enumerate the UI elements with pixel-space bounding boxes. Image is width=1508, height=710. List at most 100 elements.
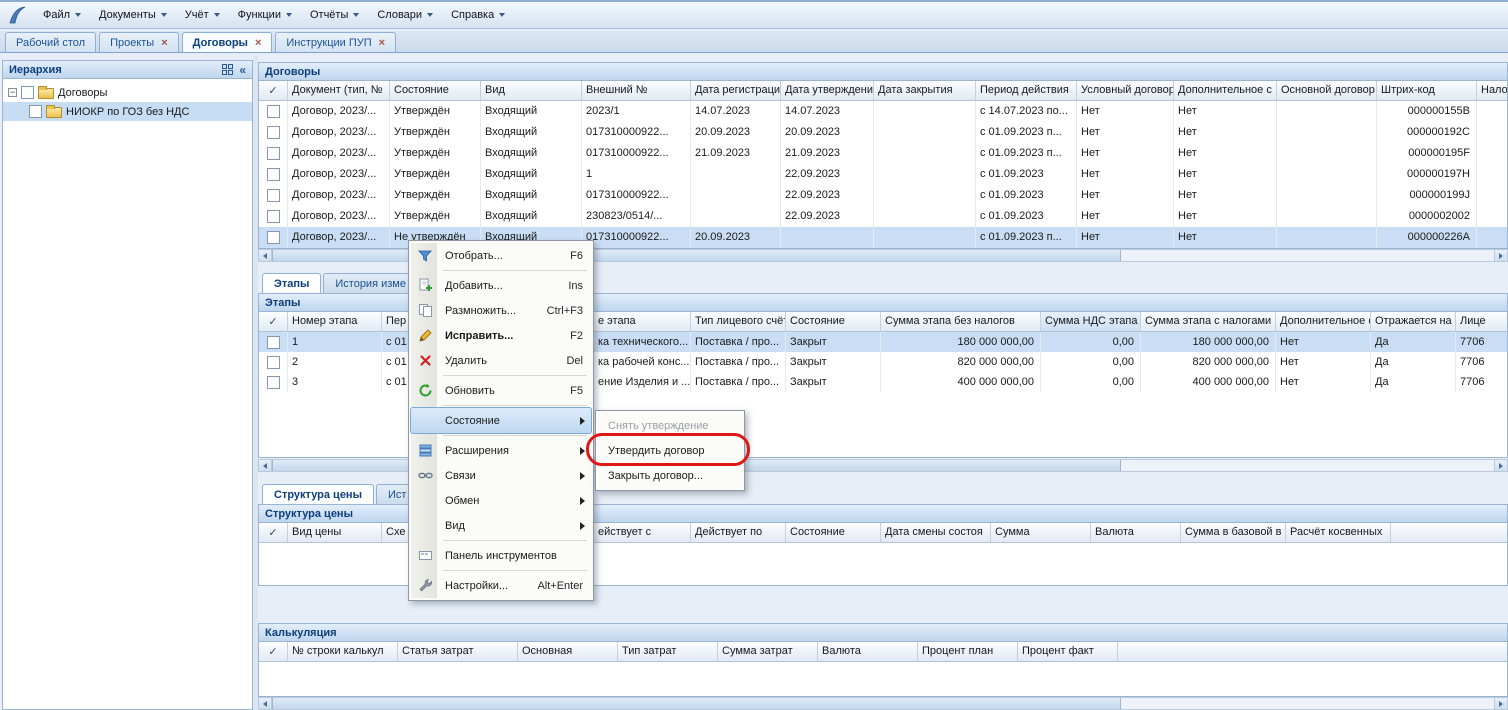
column-header[interactable]: Отражается на су: [1371, 312, 1456, 331]
column-header[interactable]: Процент факт: [1018, 642, 1118, 661]
menubar-item[interactable]: Справка: [442, 5, 514, 25]
menu-item-delete[interactable]: Удалить Del: [411, 348, 591, 373]
row-checkbox[interactable]: [267, 356, 280, 369]
tree-node-niokr[interactable]: НИОКР по ГОЗ без НДС: [3, 102, 252, 121]
menu-item-view[interactable]: Вид: [411, 513, 591, 538]
row-checkbox[interactable]: [267, 376, 280, 389]
menu-item-links[interactable]: Связи: [411, 463, 591, 488]
document-tab[interactable]: Договоры ×: [182, 32, 273, 52]
stages-tab[interactable]: Этапы: [262, 273, 321, 293]
calculation-hscrollbar[interactable]: [258, 697, 1508, 710]
column-header[interactable]: Дополнительное с: [1276, 312, 1371, 331]
menu-item-add[interactable]: Добавить... Ins: [411, 273, 591, 298]
column-header[interactable]: Состояние: [786, 523, 881, 542]
column-header[interactable]: Штрих-код: [1377, 81, 1477, 100]
column-header[interactable]: Основной договор: [1277, 81, 1377, 100]
row-checkbox[interactable]: [267, 189, 280, 202]
column-header[interactable]: Основная: [518, 642, 618, 661]
column-header[interactable]: Номер этапа: [288, 312, 382, 331]
row-checkbox[interactable]: [267, 147, 280, 160]
menu-item-refresh[interactable]: Обновить F5: [411, 378, 591, 403]
menubar-item[interactable]: Учёт: [176, 5, 229, 25]
scrollbar-thumb[interactable]: [272, 250, 1121, 261]
menu-item-toolbar[interactable]: Панель инструментов: [411, 543, 591, 568]
close-icon[interactable]: ×: [161, 38, 167, 48]
column-header[interactable]: Лице: [1456, 312, 1508, 331]
price-tab[interactable]: Структура цены: [262, 484, 374, 504]
row-checkbox[interactable]: [267, 231, 280, 244]
row-checkbox[interactable]: [267, 126, 280, 139]
row-checkbox[interactable]: [267, 336, 280, 349]
column-header[interactable]: Вид: [481, 81, 582, 100]
scroll-right-icon[interactable]: [1494, 698, 1507, 709]
close-icon[interactable]: ×: [379, 38, 385, 48]
column-header[interactable]: Документ (тип, №: [288, 81, 390, 100]
column-header[interactable]: Валюта: [818, 642, 918, 661]
menubar-item[interactable]: Отчёты: [301, 5, 368, 25]
document-tab[interactable]: Рабочий стол: [5, 32, 96, 52]
column-header[interactable]: ✓: [259, 642, 288, 661]
tree-checkbox[interactable]: [29, 105, 42, 118]
column-header[interactable]: Период действия: [976, 81, 1077, 100]
row-checkbox[interactable]: [267, 105, 280, 118]
column-header[interactable]: ✓: [259, 312, 288, 331]
column-header[interactable]: Сумма этапа с налогами: [1141, 312, 1276, 331]
stages-tab[interactable]: История изме: [323, 273, 418, 293]
scroll-right-icon[interactable]: [1494, 250, 1507, 261]
tree-checkbox[interactable]: [21, 86, 34, 99]
column-header[interactable]: Сумма этапа без налогов: [881, 312, 1041, 331]
row-checkbox[interactable]: [267, 210, 280, 223]
scroll-left-icon[interactable]: [259, 250, 272, 261]
column-header[interactable]: Сумма в базовой в: [1181, 523, 1286, 542]
column-header[interactable]: ✓: [259, 81, 288, 100]
close-icon[interactable]: ×: [255, 38, 261, 48]
scrollbar-thumb[interactable]: [272, 698, 1121, 709]
column-header[interactable]: Статья затрат: [398, 642, 518, 661]
submenu-item[interactable]: Снять утверждение: [598, 413, 742, 438]
column-header[interactable]: Действует по: [691, 523, 786, 542]
menubar-item[interactable]: Документы: [90, 5, 176, 25]
scroll-left-icon[interactable]: [259, 698, 272, 709]
column-header[interactable]: Сумма затрат: [718, 642, 818, 661]
column-header[interactable]: Расчёт косвенных: [1286, 523, 1391, 542]
column-header[interactable]: Процент план: [918, 642, 1018, 661]
column-header[interactable]: Условный договор: [1077, 81, 1174, 100]
menu-item-filter[interactable]: Отобрать... F6: [411, 243, 591, 268]
contract-row[interactable]: Договор, 2023/... Утверждён Входящий 202…: [259, 101, 1507, 122]
contract-row[interactable]: Договор, 2023/... Утверждён Входящий 230…: [259, 206, 1507, 227]
submenu-item[interactable]: Закрыть договор...: [598, 463, 742, 488]
column-header[interactable]: Сумма: [991, 523, 1091, 542]
column-header[interactable]: Нало: [1477, 81, 1508, 100]
menu-item-extensions[interactable]: Расширения: [411, 438, 591, 463]
contract-row[interactable]: Договор, 2023/... Утверждён Входящий 1 2…: [259, 164, 1507, 185]
column-header[interactable]: Сумма НДС этапа: [1041, 312, 1141, 331]
column-header[interactable]: Тип лицевого счёт: [691, 312, 786, 331]
menubar-item[interactable]: Словари: [368, 5, 442, 25]
scroll-right-icon[interactable]: [1494, 460, 1507, 471]
row-checkbox[interactable]: [267, 168, 280, 181]
column-header[interactable]: Состояние: [390, 81, 481, 100]
minus-expander-icon[interactable]: −: [8, 88, 17, 97]
column-header[interactable]: Валюта: [1091, 523, 1181, 542]
menu-item-state[interactable]: Состояние: [411, 408, 591, 433]
submenu-item[interactable]: Утвердить договор: [598, 438, 742, 463]
menu-item-duplicate[interactable]: Размножить... Ctrl+F3: [411, 298, 591, 323]
column-header[interactable]: Внешний №: [582, 81, 691, 100]
document-tab[interactable]: Инструкции ПУП ×: [275, 32, 396, 52]
grid-icon[interactable]: [222, 64, 233, 75]
column-header[interactable]: Дата утверждения: [781, 81, 874, 100]
menu-item-edit[interactable]: Исправить... F2: [411, 323, 591, 348]
column-header[interactable]: № строки калькул: [288, 642, 398, 661]
document-tab[interactable]: Проекты ×: [99, 32, 179, 52]
contract-row[interactable]: Договор, 2023/... Утверждён Входящий 017…: [259, 122, 1507, 143]
column-header[interactable]: Дата регистрации: [691, 81, 781, 100]
column-header[interactable]: Тип затрат: [618, 642, 718, 661]
column-header[interactable]: е этапа: [594, 312, 691, 331]
column-header[interactable]: ✓: [259, 523, 288, 542]
column-header[interactable]: ействует с: [594, 523, 691, 542]
tree-node-contracts[interactable]: − Договоры: [3, 83, 252, 102]
menu-item-exchange[interactable]: Обмен: [411, 488, 591, 513]
column-header[interactable]: Состояние: [786, 312, 881, 331]
contract-row[interactable]: Договор, 2023/... Утверждён Входящий 017…: [259, 143, 1507, 164]
collapse-panel-icon[interactable]: «: [239, 63, 246, 77]
